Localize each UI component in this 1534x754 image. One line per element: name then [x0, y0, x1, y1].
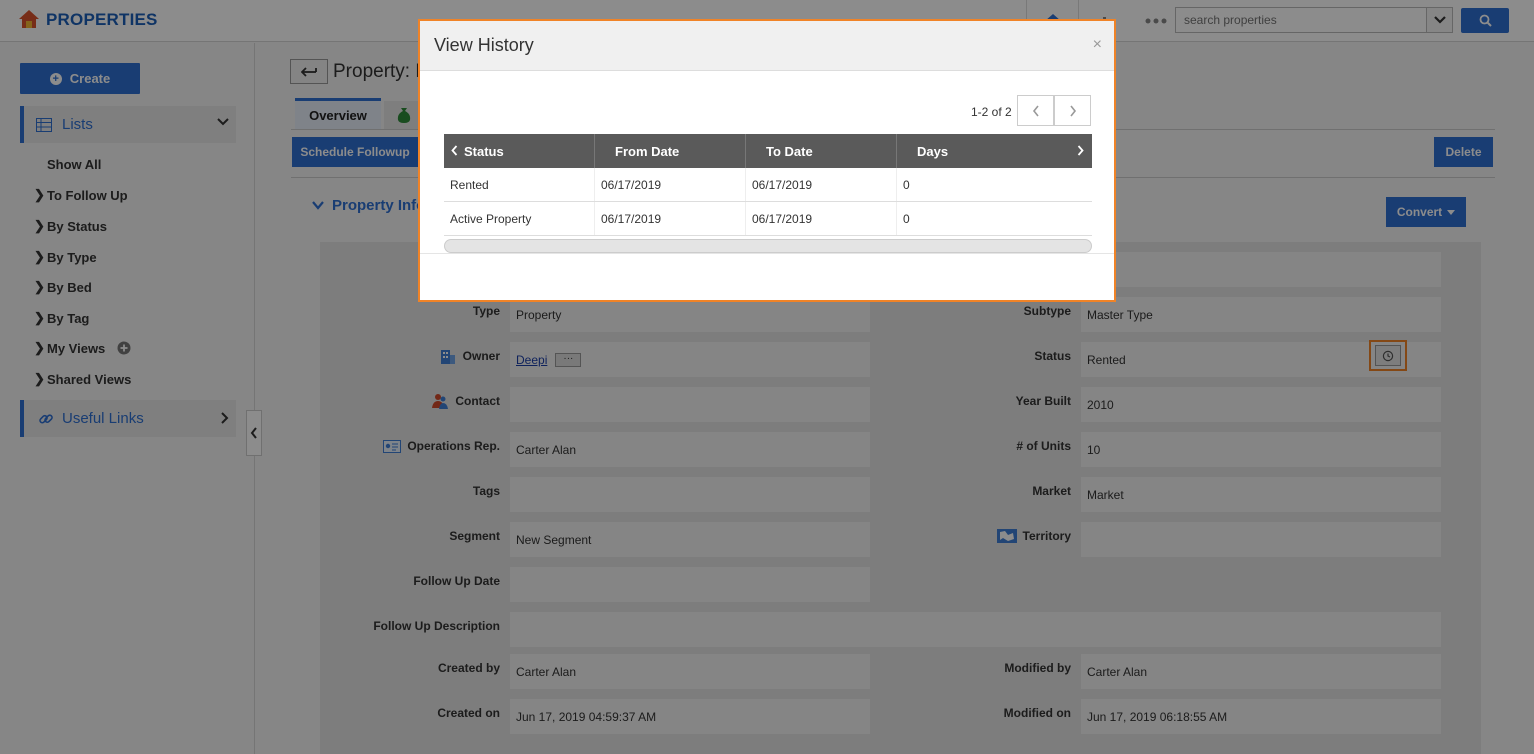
table-row[interactable]: Active Property 06/17/2019 06/17/2019 0	[444, 202, 1092, 236]
close-icon[interactable]: ×	[1093, 36, 1102, 54]
horizontal-scrollbar[interactable]	[444, 239, 1092, 253]
column-header-label: From Date	[615, 143, 680, 159]
chevron-right-icon	[1069, 105, 1076, 116]
view-history-modal: View History × 1-2 of 2 Status From Date…	[418, 19, 1116, 302]
table-cell: 06/17/2019	[746, 168, 897, 201]
column-header-from-date[interactable]: From Date	[595, 134, 746, 168]
column-header-to-date[interactable]: To Date	[746, 134, 897, 168]
column-header-label: Days	[917, 143, 949, 159]
table-header: Status From Date To Date Days	[444, 134, 1092, 168]
table-cell: Active Property	[444, 202, 595, 235]
history-table: Status From Date To Date Days Rented 06/…	[444, 134, 1092, 236]
column-header-label: To Date	[766, 143, 813, 159]
column-header-days[interactable]: Days	[897, 134, 1091, 168]
modal-header: View History ×	[420, 21, 1114, 71]
modal-title: View History	[434, 35, 534, 55]
scroll-right-icon[interactable]	[1077, 145, 1084, 156]
column-header-label: Status	[464, 143, 504, 159]
table-row[interactable]: Rented 06/17/2019 06/17/2019 0	[444, 168, 1092, 202]
table-cell: 06/17/2019	[595, 168, 746, 201]
table-cell: 0	[903, 211, 910, 226]
table-cell: Rented	[444, 168, 595, 201]
next-page-button[interactable]	[1054, 95, 1091, 126]
table-cell: 06/17/2019	[595, 202, 746, 235]
column-header-status[interactable]: Status	[444, 134, 595, 168]
modal-footer-divider	[420, 253, 1114, 254]
chevron-left-icon	[1032, 105, 1039, 116]
prev-page-button[interactable]	[1017, 95, 1054, 126]
table-cell: 06/17/2019	[746, 202, 897, 235]
pagination-count: 1-2 of 2	[971, 105, 1012, 119]
scroll-left-icon[interactable]	[451, 145, 458, 156]
table-cell: 0	[903, 177, 910, 192]
